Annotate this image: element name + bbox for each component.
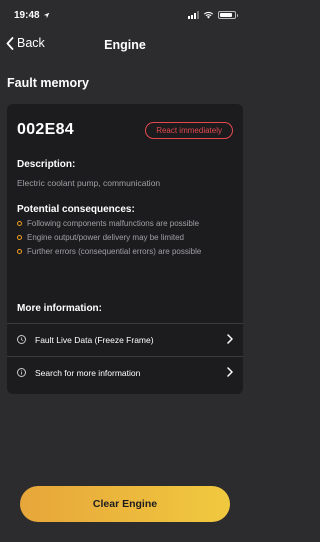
status-icons	[188, 11, 238, 19]
consequences-label: Potential consequences:	[17, 204, 135, 215]
more-info-label: More information:	[17, 303, 102, 314]
cellular-signal-icon	[188, 11, 199, 19]
list-item: Further errors (consequential errors) ar…	[17, 247, 217, 257]
chevron-right-icon	[227, 333, 233, 347]
chevron-left-icon	[6, 36, 14, 50]
location-arrow-icon	[43, 12, 49, 18]
row-label: Search for more information	[35, 367, 141, 378]
clock-icon	[17, 335, 26, 344]
section-title: Fault memory	[7, 76, 89, 90]
battery-icon	[218, 11, 238, 19]
consequence-text: Engine output/power delivery may be limi…	[27, 233, 184, 242]
chevron-right-icon	[227, 366, 233, 380]
bullet-icon	[17, 235, 22, 240]
status-bar: 19:48	[0, 0, 250, 30]
list-item: Engine output/power delivery may be limi…	[17, 233, 217, 243]
consequence-text: Further errors (consequential errors) ar…	[27, 247, 202, 256]
status-time-group: 19:48	[14, 10, 188, 21]
back-button[interactable]: Back	[6, 36, 45, 50]
description-text: Electric coolant pump, communication	[17, 178, 161, 188]
info-icon	[17, 368, 26, 377]
wifi-icon	[203, 11, 214, 19]
fault-code: 002E84	[17, 121, 74, 138]
description-label: Description:	[17, 159, 76, 170]
consequence-text: Following components malfunctions are po…	[27, 219, 200, 228]
consequences-list: Following components malfunctions are po…	[17, 219, 217, 261]
nav-bar: Back Engine	[0, 30, 250, 60]
row-label: Fault Live Data (Freeze Frame)	[35, 334, 154, 345]
status-time: 19:48	[14, 9, 40, 21]
fault-header: 002E84 React immediately	[17, 121, 233, 139]
severity-badge: React immediately	[145, 121, 233, 139]
bullet-icon	[17, 221, 22, 226]
list-item: Following components malfunctions are po…	[17, 219, 217, 229]
page-title: Engine	[104, 38, 146, 52]
freeze-frame-row[interactable]: Fault Live Data (Freeze Frame)	[7, 323, 243, 355]
clear-engine-button[interactable]: Clear Engine	[20, 486, 230, 522]
search-info-row[interactable]: Search for more information	[7, 356, 243, 388]
back-label: Back	[17, 36, 45, 50]
fault-card: 002E84 React immediately Description: El…	[7, 104, 243, 394]
bullet-icon	[17, 249, 22, 254]
